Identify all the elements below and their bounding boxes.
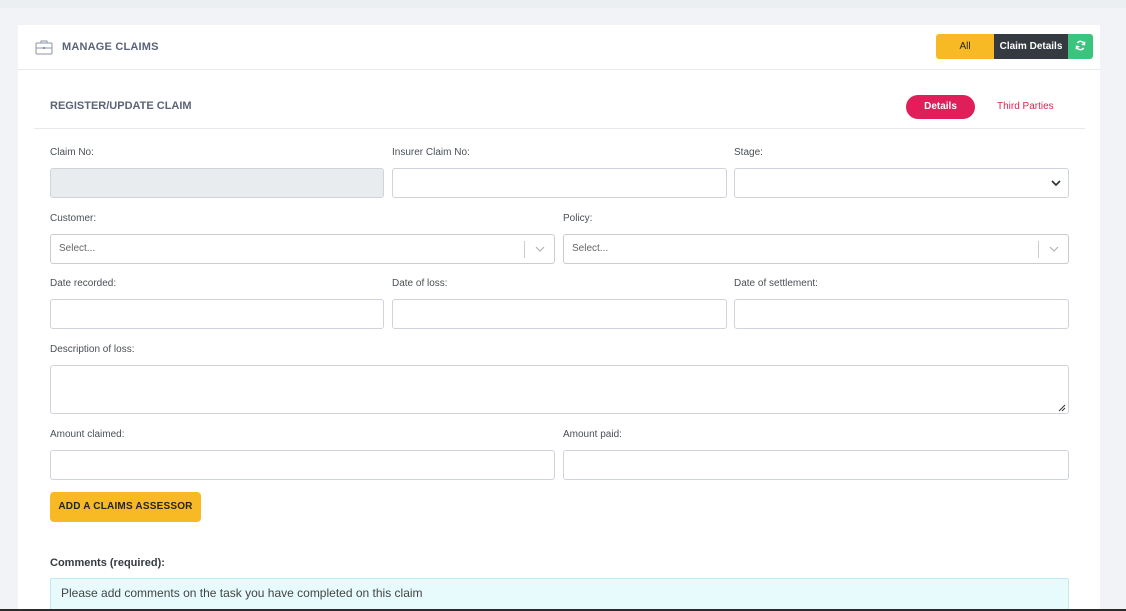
resize-handle-icon[interactable] [1058, 403, 1066, 412]
refresh-button[interactable] [1068, 34, 1093, 59]
add-claims-assessor-button[interactable]: ADD A CLAIMS ASSESSOR [50, 492, 201, 522]
tab-details[interactable]: Details [906, 95, 975, 119]
insurer-claim-no-label: Insurer Claim No: [392, 147, 470, 158]
select-separator [1038, 241, 1039, 258]
chevron-down-icon [1050, 177, 1062, 189]
stage-select[interactable] [734, 168, 1069, 198]
policy-select[interactable]: Select... [563, 234, 1069, 264]
insurer-claim-no-input[interactable] [392, 168, 727, 198]
customer-label: Customer: [50, 213, 97, 224]
comments-placeholder: Please add comments on the task you have… [61, 586, 423, 600]
header-button-group: All Claims Claim Details [936, 34, 1093, 59]
chevron-down-icon [1048, 243, 1060, 255]
claim-no-label: Claim No: [50, 147, 94, 158]
date-of-loss-label: Date of loss: [392, 278, 448, 289]
amount-claimed-input[interactable] [50, 450, 555, 480]
customer-placeholder: Select... [59, 243, 96, 254]
section-title: REGISTER/UPDATE CLAIM [50, 100, 192, 112]
amount-claimed-label: Amount claimed: [50, 429, 125, 440]
amount-paid-input[interactable] [563, 450, 1069, 480]
description-label: Description of loss: [50, 344, 135, 355]
top-strip [0, 0, 1126, 8]
all-claims-button[interactable]: All Claims [936, 34, 994, 59]
section-header: REGISTER/UPDATE CLAIM Details Third Part… [34, 94, 1085, 129]
card-header: MANAGE CLAIMS All Claims Claim Details [18, 25, 1100, 70]
chevron-down-icon [534, 243, 546, 255]
select-separator [524, 241, 525, 258]
claim-no-input[interactable] [50, 168, 384, 198]
date-of-settlement-input[interactable] [734, 299, 1069, 329]
date-recorded-input[interactable] [50, 299, 384, 329]
refresh-icon [1075, 40, 1086, 54]
date-recorded-label: Date recorded: [50, 278, 117, 289]
tab-third-parties[interactable]: Third Parties [997, 95, 1054, 119]
comments-input[interactable]: Please add comments on the task you have… [50, 578, 1069, 611]
comments-label: Comments (required): [50, 557, 165, 569]
page-title: MANAGE CLAIMS [62, 41, 159, 53]
claims-card: MANAGE CLAIMS All Claims Claim Details R… [18, 25, 1100, 611]
customer-select[interactable]: Select... [50, 234, 555, 264]
description-textarea[interactable] [50, 365, 1069, 414]
date-of-loss-input[interactable] [392, 299, 727, 329]
date-of-settlement-label: Date of settlement: [734, 278, 818, 289]
policy-label: Policy: [563, 213, 593, 224]
briefcase-icon [35, 39, 53, 55]
stage-label: Stage: [734, 147, 763, 158]
policy-placeholder: Select... [572, 243, 609, 254]
amount-paid-label: Amount paid: [563, 429, 622, 440]
claim-details-button[interactable]: Claim Details [994, 34, 1068, 59]
